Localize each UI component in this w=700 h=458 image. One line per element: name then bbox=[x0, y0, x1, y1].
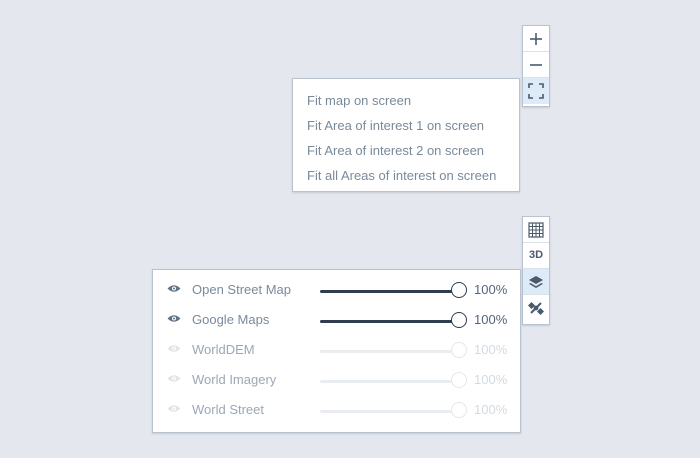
opacity-value: 100% bbox=[474, 372, 508, 387]
zoom-controls bbox=[522, 25, 550, 107]
opacity-value: 100% bbox=[474, 282, 508, 297]
satellite-icon bbox=[528, 301, 544, 316]
opacity-slider-thumb[interactable] bbox=[451, 342, 467, 358]
menu-item-fit-all-aoi[interactable]: Fit all Areas of interest on screen bbox=[293, 163, 519, 188]
layer-row-world-imagery: World Imagery 100% bbox=[153, 366, 520, 396]
opacity-slider-thumb[interactable] bbox=[451, 282, 467, 298]
eye-icon[interactable] bbox=[167, 344, 181, 353]
layer-name: Google Maps bbox=[192, 312, 270, 327]
fit-menu: Fit map on screen Fit Area of interest 1… bbox=[292, 78, 520, 192]
opacity-slider-track[interactable] bbox=[320, 380, 461, 383]
layers-icon bbox=[529, 276, 543, 288]
layer-name: WorldDEM bbox=[192, 342, 255, 357]
minus-icon bbox=[530, 64, 542, 66]
layer-row-google-maps: Google Maps 100% bbox=[153, 306, 520, 336]
view-controls: 3D bbox=[522, 216, 550, 325]
layer-row-worlddem: WorldDEM 100% bbox=[153, 336, 520, 366]
layer-row-open-street-map: Open Street Map 100% bbox=[153, 276, 520, 306]
menu-item-fit-map[interactable]: Fit map on screen bbox=[293, 88, 519, 113]
opacity-slider-thumb[interactable] bbox=[451, 372, 467, 388]
layer-name: World Imagery bbox=[192, 372, 277, 387]
zoom-in-button[interactable] bbox=[523, 26, 549, 52]
eye-icon[interactable] bbox=[167, 314, 181, 323]
zoom-out-button[interactable] bbox=[523, 52, 549, 78]
plus-icon bbox=[530, 33, 542, 45]
layers-panel: Open Street Map 100% Google Maps 100% Wo… bbox=[152, 269, 521, 433]
eye-icon[interactable] bbox=[167, 404, 181, 413]
layer-name: Open Street Map bbox=[192, 282, 291, 297]
eye-icon[interactable] bbox=[167, 374, 181, 383]
opacity-slider-thumb[interactable] bbox=[451, 402, 467, 418]
3d-button[interactable]: 3D bbox=[523, 243, 549, 269]
fit-screen-button[interactable] bbox=[523, 78, 549, 104]
3d-label: 3D bbox=[528, 249, 544, 261]
opacity-value: 100% bbox=[474, 342, 508, 357]
opacity-value: 100% bbox=[474, 402, 508, 417]
opacity-value: 100% bbox=[474, 312, 508, 327]
opacity-slider-thumb[interactable] bbox=[451, 312, 467, 328]
opacity-slider-track[interactable] bbox=[320, 410, 461, 413]
layer-name: World Street bbox=[192, 402, 265, 417]
opacity-slider-track[interactable] bbox=[320, 290, 461, 293]
menu-item-fit-aoi-2[interactable]: Fit Area of interest 2 on screen bbox=[293, 138, 519, 163]
opacity-slider-track[interactable] bbox=[320, 350, 461, 353]
grid-button[interactable] bbox=[523, 217, 549, 243]
menu-item-fit-aoi-1[interactable]: Fit Area of interest 1 on screen bbox=[293, 113, 519, 138]
layer-row-world-street: World Street 100% bbox=[153, 396, 520, 426]
layers-button[interactable] bbox=[523, 269, 549, 295]
grid-icon bbox=[528, 222, 544, 238]
satellite-button[interactable] bbox=[523, 295, 549, 321]
fullscreen-corners-icon bbox=[528, 83, 544, 99]
opacity-slider-track[interactable] bbox=[320, 320, 461, 323]
eye-icon[interactable] bbox=[167, 284, 181, 293]
